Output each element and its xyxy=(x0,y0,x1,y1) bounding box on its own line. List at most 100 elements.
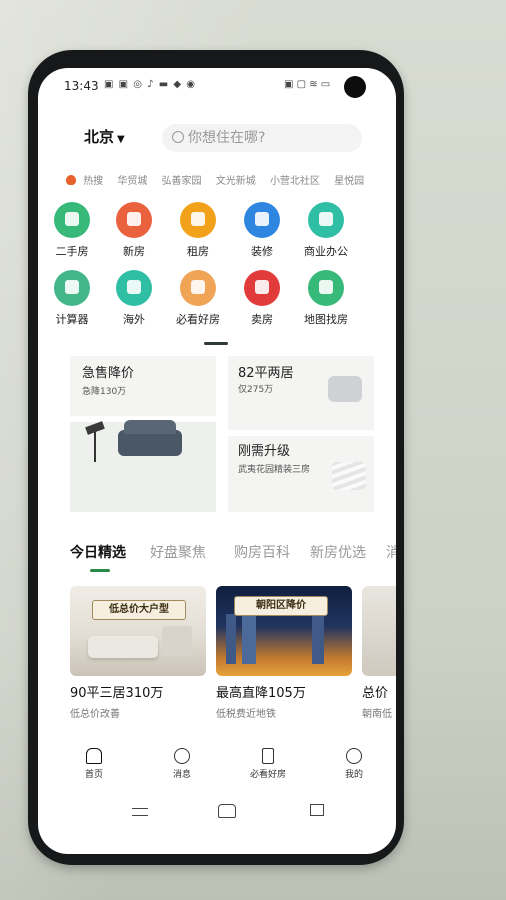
building-image xyxy=(226,614,236,664)
service-item[interactable]: 二手房 xyxy=(42,202,102,259)
feed-tabs: 今日精选 好盘聚焦 购房百科 新房优选 消 xyxy=(70,542,396,566)
door-icon xyxy=(262,748,274,764)
listing-image: 朝阳区降价 xyxy=(216,586,352,676)
service-icon xyxy=(180,202,216,238)
menu-icon[interactable] xyxy=(132,808,148,816)
service-glyph-icon xyxy=(65,280,79,294)
listing-title: 总价 xyxy=(362,686,389,701)
service-icon xyxy=(54,270,90,306)
service-label: 租房 xyxy=(187,245,209,258)
service-icon xyxy=(308,202,344,238)
promo-subtitle: 急降130万 xyxy=(82,387,127,397)
service-item[interactable]: 商业办公 xyxy=(296,202,356,259)
service-glyph-icon xyxy=(127,212,141,226)
service-label: 装修 xyxy=(251,245,273,258)
promo-title: 刚需升级 xyxy=(238,444,291,459)
home-button-icon[interactable] xyxy=(218,804,236,818)
staircase-image xyxy=(332,462,366,490)
service-label: 地图找房 xyxy=(304,313,348,326)
sofa-image xyxy=(88,636,158,658)
listing-subtitle: 低总价改善 xyxy=(70,709,120,720)
service-glyph-icon xyxy=(255,280,269,294)
service-item[interactable]: 装修 xyxy=(232,202,292,259)
service-glyph-icon xyxy=(319,280,333,294)
promo-banner[interactable]: 急售降价 急降130万 82平两居 仅275万 刚需升级 武夷花园精装三房 xyxy=(70,356,374,512)
service-item[interactable]: 租房 xyxy=(168,202,228,259)
service-icon xyxy=(180,270,216,306)
promo-panel-urgent[interactable]: 急售降价 急降130万 xyxy=(70,356,216,416)
tab-more[interactable]: 消 xyxy=(386,542,396,562)
notification-icons: ▣ ▣ ◎ ♪ ▬ ◆ ◉ xyxy=(104,79,196,90)
furniture-image xyxy=(162,626,192,656)
city-label: 北京 xyxy=(84,128,115,146)
system-status-icons: ▣ ▢ ≋ ▭ xyxy=(284,79,331,90)
bottom-navigation: 首页 消息 必看好房 我的 xyxy=(38,748,396,788)
service-item[interactable]: 地图找房 xyxy=(296,270,356,327)
user-icon xyxy=(346,748,362,764)
search-icon xyxy=(172,131,184,143)
home-icon xyxy=(86,748,102,764)
service-glyph-icon xyxy=(191,280,205,294)
hot-tag[interactable]: 星悦园 xyxy=(334,176,364,187)
service-item[interactable]: 新房 xyxy=(104,202,164,259)
service-icon xyxy=(116,202,152,238)
service-glyph-icon xyxy=(319,212,333,226)
hot-tag[interactable]: 文光新城 xyxy=(216,176,256,187)
listing-title: 90平三居310万 xyxy=(70,686,164,701)
service-item[interactable]: 计算器 xyxy=(42,270,102,327)
listing-ribbon: 朝阳区降价 xyxy=(234,596,328,616)
listing-card[interactable]: 朝阳区降价 最高直降105万 低税费近地铁 xyxy=(216,586,352,720)
nav-home[interactable]: 首页 xyxy=(64,748,124,780)
tab-new-homes[interactable]: 新房优选 xyxy=(310,542,366,562)
page-indicator xyxy=(204,342,228,345)
service-icon xyxy=(244,270,280,306)
service-glyph-icon xyxy=(127,280,141,294)
tab-featured[interactable]: 好盘聚焦 xyxy=(150,542,206,562)
front-camera xyxy=(344,76,366,98)
service-item[interactable]: 海外 xyxy=(104,270,164,327)
service-label: 计算器 xyxy=(55,313,89,326)
nav-must-see[interactable]: 必看好房 xyxy=(238,748,298,780)
hot-tag[interactable]: 弘善家园 xyxy=(162,176,202,187)
hot-tags-row: 热搜 华贸城 弘善家园 文光新城 小营北社区 星悦园 xyxy=(66,172,396,188)
listing-title: 最高直降105万 xyxy=(216,686,306,701)
phone-screen: 13:43 ▣ ▣ ◎ ♪ ▬ ◆ ◉ ▣ ▢ ≋ ▭ 北京 ▼ 你想住在哪? 热… xyxy=(38,68,396,854)
hot-tag[interactable]: 华贸城 xyxy=(117,176,147,187)
tab-buying-guide[interactable]: 购房百科 xyxy=(234,542,290,562)
tab-today-picks[interactable]: 今日精选 xyxy=(70,542,126,562)
search-input[interactable]: 你想住在哪? xyxy=(162,124,362,152)
back-icon[interactable] xyxy=(310,804,324,816)
nav-label: 首页 xyxy=(84,770,103,780)
hot-tag[interactable]: 热搜 xyxy=(83,176,103,187)
hot-tag[interactable]: 小营北社区 xyxy=(270,176,320,187)
caret-down-icon: ▼ xyxy=(117,134,125,145)
service-label: 商业办公 xyxy=(304,245,348,258)
service-glyph-icon xyxy=(65,212,79,226)
listing-card[interactable]: 低总价大户型 90平三居310万 低总价改善 xyxy=(70,586,206,720)
nav-messages[interactable]: 消息 xyxy=(152,748,212,780)
service-icon xyxy=(116,270,152,306)
service-label: 海外 xyxy=(123,313,145,326)
nav-label: 消息 xyxy=(172,770,191,780)
service-label: 新房 xyxy=(123,245,145,258)
city-selector[interactable]: 北京 ▼ xyxy=(84,126,125,147)
service-icon xyxy=(244,202,280,238)
service-glyph-icon xyxy=(191,212,205,226)
service-item[interactable]: 卖房 xyxy=(232,270,292,327)
flame-icon xyxy=(66,175,76,185)
service-item[interactable]: 必看好房 xyxy=(168,270,228,327)
nav-label: 我的 xyxy=(344,770,363,780)
nav-label: 必看好房 xyxy=(249,770,286,780)
service-label: 卖房 xyxy=(251,313,273,326)
listing-card[interactable]: 总价 朝南低 xyxy=(362,586,396,720)
service-glyph-icon xyxy=(255,212,269,226)
listing-subtitle: 朝南低 xyxy=(362,709,392,720)
search-placeholder: 你想住在哪? xyxy=(188,130,266,146)
service-label: 二手房 xyxy=(55,245,89,258)
listing-cards: 低总价大户型 90平三居310万 低总价改善 朝阳区降价 最高直降105万 低税… xyxy=(70,586,396,736)
building-image xyxy=(312,610,324,664)
active-tab-underline xyxy=(90,569,110,572)
nav-profile[interactable]: 我的 xyxy=(324,748,384,780)
listing-image: 低总价大户型 xyxy=(70,586,206,676)
listing-image xyxy=(362,586,396,676)
